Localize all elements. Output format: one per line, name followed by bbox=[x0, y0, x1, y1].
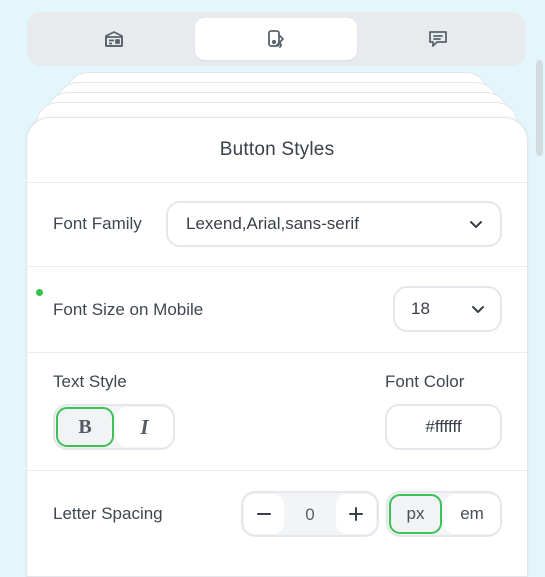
bold-toggle-button[interactable]: B bbox=[56, 407, 114, 447]
divider bbox=[27, 266, 527, 267]
text-style-label: Text Style bbox=[53, 372, 127, 391]
font-size-mobile-label: Font Size on Mobile bbox=[53, 300, 204, 319]
unit-em-button[interactable]: em bbox=[444, 494, 500, 534]
font-size-mobile-select[interactable]: 18 bbox=[393, 286, 502, 332]
increment-button[interactable] bbox=[336, 494, 376, 534]
divider bbox=[27, 352, 527, 353]
minus-icon bbox=[257, 513, 271, 515]
letter-spacing-unit-toggle: px em bbox=[386, 491, 502, 537]
letter-spacing-stepper: 0 bbox=[241, 491, 379, 537]
button-styles-panel: Button Styles Font Family Lexend,Arial,s… bbox=[26, 117, 528, 577]
modified-indicator-dot bbox=[36, 289, 43, 296]
unit-px-label: px bbox=[406, 504, 425, 523]
paint-bucket-icon bbox=[268, 30, 284, 48]
divider bbox=[27, 182, 527, 183]
font-color-value: #ffffff bbox=[425, 417, 462, 436]
bold-glyph: B bbox=[78, 415, 92, 438]
decrement-button[interactable] bbox=[244, 494, 284, 534]
text-style-toggle-group: B I bbox=[53, 404, 175, 450]
italic-glyph: I bbox=[140, 414, 149, 439]
tab-messages[interactable] bbox=[357, 18, 519, 60]
style-tab-bar bbox=[27, 12, 526, 66]
unit-em-label: em bbox=[460, 504, 484, 523]
chat-message-icon bbox=[429, 31, 447, 47]
tab-card-settings[interactable] bbox=[33, 18, 195, 60]
card-settings-icon bbox=[105, 31, 123, 47]
letter-spacing-label: Letter Spacing bbox=[53, 504, 163, 523]
letter-spacing-value[interactable]: 0 bbox=[285, 493, 335, 537]
unit-px-button[interactable]: px bbox=[389, 494, 442, 534]
plus-icon bbox=[349, 507, 363, 521]
tab-button-styles[interactable] bbox=[195, 18, 357, 60]
font-size-mobile-value: 18 bbox=[411, 299, 430, 318]
chevron-down-icon bbox=[470, 221, 482, 228]
font-family-value: Lexend,Arial,sans-serif bbox=[186, 214, 359, 233]
font-family-label: Font Family bbox=[53, 214, 142, 233]
chevron-down-icon bbox=[472, 306, 484, 313]
italic-toggle-button[interactable]: I bbox=[116, 407, 173, 447]
panel-title: Button Styles bbox=[219, 139, 335, 160]
scrollbar-thumb[interactable] bbox=[536, 60, 543, 156]
font-color-label: Font Color bbox=[385, 372, 465, 391]
font-color-input[interactable]: #ffffff bbox=[385, 404, 502, 450]
divider bbox=[27, 470, 527, 471]
font-family-select[interactable]: Lexend,Arial,sans-serif bbox=[166, 201, 502, 247]
